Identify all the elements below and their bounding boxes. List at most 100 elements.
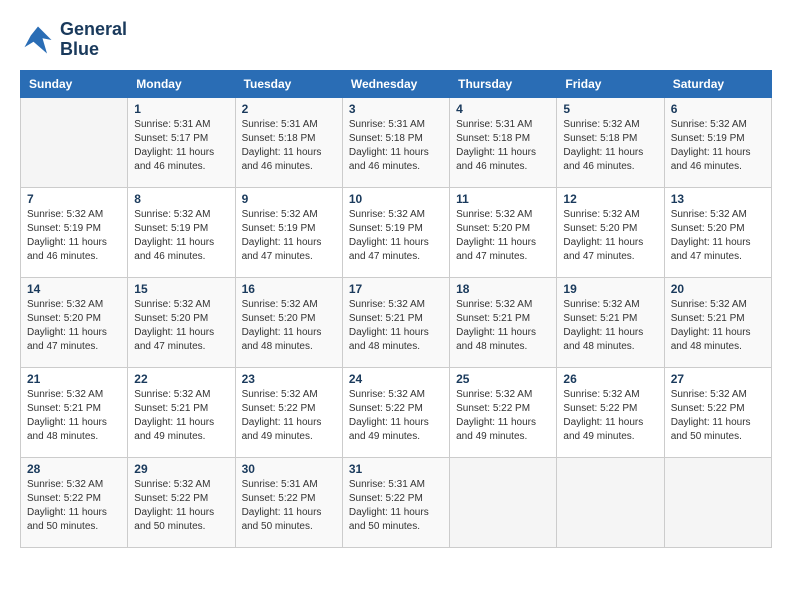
day-number: 13 <box>671 192 765 206</box>
calendar-cell <box>664 457 771 547</box>
day-number: 26 <box>563 372 657 386</box>
calendar-cell: 29 Sunrise: 5:32 AM Sunset: 5:22 PM Dayli… <box>128 457 235 547</box>
day-detail: Sunrise: 5:32 AM Sunset: 5:19 PM Dayligh… <box>27 208 121 264</box>
day-detail: Sunrise: 5:32 AM Sunset: 5:22 PM Dayligh… <box>456 388 550 444</box>
day-number: 6 <box>671 102 765 116</box>
logo: General Blue <box>20 20 127 60</box>
day-detail: Sunrise: 5:31 AM Sunset: 5:18 PM Dayligh… <box>456 118 550 174</box>
calendar-cell <box>557 457 664 547</box>
day-number: 3 <box>349 102 443 116</box>
calendar-cell: 18 Sunrise: 5:32 AM Sunset: 5:21 PM Dayli… <box>450 277 557 367</box>
calendar-cell: 16Sunrise: 5:32 AM Sunset: 5:20 PM Dayli… <box>235 277 342 367</box>
calendar-cell: 30 Sunrise: 5:31 AM Sunset: 5:22 PM Dayli… <box>235 457 342 547</box>
calendar-cell: 3 Sunrise: 5:31 AM Sunset: 5:18 PM Daylig… <box>342 97 449 187</box>
day-detail: Sunrise: 5:32 AM Sunset: 5:20 PM Dayligh… <box>563 208 657 264</box>
calendar-cell: 19 Sunrise: 5:32 AM Sunset: 5:21 PM Dayli… <box>557 277 664 367</box>
day-number: 2 <box>242 102 336 116</box>
calendar-cell: 8 Sunrise: 5:32 AM Sunset: 5:19 PM Daylig… <box>128 187 235 277</box>
day-detail: Sunrise: 5:32 AM Sunset: 5:21 PM Dayligh… <box>27 388 121 444</box>
day-number: 14 <box>27 282 121 296</box>
page-header: General Blue <box>20 20 772 60</box>
day-number: 31 <box>349 462 443 476</box>
day-detail: Sunrise: 5:32 AM Sunset: 5:20 PM Dayligh… <box>242 298 336 354</box>
day-detail: Sunrise: 5:31 AM Sunset: 5:22 PM Dayligh… <box>349 478 443 534</box>
day-detail: Sunrise: 5:32 AM Sunset: 5:19 PM Dayligh… <box>671 118 765 174</box>
column-header-sunday: Sunday <box>21 70 128 97</box>
day-detail: Sunrise: 5:32 AM Sunset: 5:21 PM Dayligh… <box>671 298 765 354</box>
calendar-cell: 1 Sunrise: 5:31 AM Sunset: 5:17 PM Daylig… <box>128 97 235 187</box>
day-detail: Sunrise: 5:32 AM Sunset: 5:21 PM Dayligh… <box>456 298 550 354</box>
calendar-header-row: SundayMondayTuesdayWednesdayThursdayFrid… <box>21 70 772 97</box>
day-number: 22 <box>134 372 228 386</box>
column-header-tuesday: Tuesday <box>235 70 342 97</box>
calendar-cell: 10 Sunrise: 5:32 AM Sunset: 5:19 PM Dayli… <box>342 187 449 277</box>
day-detail: Sunrise: 5:32 AM Sunset: 5:22 PM Dayligh… <box>349 388 443 444</box>
calendar-week-row: 14 Sunrise: 5:32 AM Sunset: 5:20 PM Dayli… <box>21 277 772 367</box>
day-number: 27 <box>671 372 765 386</box>
day-detail: Sunrise: 5:32 AM Sunset: 5:19 PM Dayligh… <box>349 208 443 264</box>
day-number: 11 <box>456 192 550 206</box>
calendar-cell: 25 Sunrise: 5:32 AM Sunset: 5:22 PM Dayli… <box>450 367 557 457</box>
day-detail: Sunrise: 5:32 AM Sunset: 5:21 PM Dayligh… <box>349 298 443 354</box>
day-number: 18 <box>456 282 550 296</box>
calendar-cell: 21 Sunrise: 5:32 AM Sunset: 5:21 PM Dayli… <box>21 367 128 457</box>
day-number: 7 <box>27 192 121 206</box>
day-number: 15 <box>134 282 228 296</box>
calendar-cell: 4Sunrise: 5:31 AM Sunset: 5:18 PM Daylig… <box>450 97 557 187</box>
day-number: 9 <box>242 192 336 206</box>
logo-text: General Blue <box>60 20 127 60</box>
column-header-wednesday: Wednesday <box>342 70 449 97</box>
calendar-cell: 11 Sunrise: 5:32 AM Sunset: 5:20 PM Dayli… <box>450 187 557 277</box>
day-detail: Sunrise: 5:32 AM Sunset: 5:20 PM Dayligh… <box>134 298 228 354</box>
day-number: 5 <box>563 102 657 116</box>
calendar-cell: 12Sunrise: 5:32 AM Sunset: 5:20 PM Dayli… <box>557 187 664 277</box>
column-header-thursday: Thursday <box>450 70 557 97</box>
column-header-monday: Monday <box>128 70 235 97</box>
column-header-saturday: Saturday <box>664 70 771 97</box>
day-number: 1 <box>134 102 228 116</box>
calendar-cell <box>21 97 128 187</box>
day-number: 10 <box>349 192 443 206</box>
calendar-week-row: 28 Sunrise: 5:32 AM Sunset: 5:22 PM Dayli… <box>21 457 772 547</box>
column-header-friday: Friday <box>557 70 664 97</box>
day-number: 30 <box>242 462 336 476</box>
day-detail: Sunrise: 5:32 AM Sunset: 5:20 PM Dayligh… <box>456 208 550 264</box>
day-detail: Sunrise: 5:31 AM Sunset: 5:18 PM Dayligh… <box>349 118 443 174</box>
calendar-cell: 7 Sunrise: 5:32 AM Sunset: 5:19 PM Daylig… <box>21 187 128 277</box>
calendar-cell: 17 Sunrise: 5:32 AM Sunset: 5:21 PM Dayli… <box>342 277 449 367</box>
day-detail: Sunrise: 5:31 AM Sunset: 5:22 PM Dayligh… <box>242 478 336 534</box>
day-detail: Sunrise: 5:31 AM Sunset: 5:17 PM Dayligh… <box>134 118 228 174</box>
calendar-cell: 5 Sunrise: 5:32 AM Sunset: 5:18 PM Daylig… <box>557 97 664 187</box>
day-detail: Sunrise: 5:32 AM Sunset: 5:22 PM Dayligh… <box>563 388 657 444</box>
day-detail: Sunrise: 5:32 AM Sunset: 5:21 PM Dayligh… <box>134 388 228 444</box>
day-detail: Sunrise: 5:32 AM Sunset: 5:20 PM Dayligh… <box>671 208 765 264</box>
calendar-week-row: 7 Sunrise: 5:32 AM Sunset: 5:19 PM Daylig… <box>21 187 772 277</box>
calendar-cell: 24 Sunrise: 5:32 AM Sunset: 5:22 PM Dayli… <box>342 367 449 457</box>
day-number: 8 <box>134 192 228 206</box>
day-detail: Sunrise: 5:32 AM Sunset: 5:22 PM Dayligh… <box>671 388 765 444</box>
calendar-cell: 20 Sunrise: 5:32 AM Sunset: 5:21 PM Dayli… <box>664 277 771 367</box>
day-number: 19 <box>563 282 657 296</box>
day-number: 28 <box>27 462 121 476</box>
day-number: 29 <box>134 462 228 476</box>
calendar-cell: 9 Sunrise: 5:32 AM Sunset: 5:19 PM Daylig… <box>235 187 342 277</box>
calendar-cell: 2Sunrise: 5:31 AM Sunset: 5:18 PM Daylig… <box>235 97 342 187</box>
calendar-cell: 13 Sunrise: 5:32 AM Sunset: 5:20 PM Dayli… <box>664 187 771 277</box>
day-detail: Sunrise: 5:32 AM Sunset: 5:19 PM Dayligh… <box>134 208 228 264</box>
calendar-cell: 14Sunrise: 5:32 AM Sunset: 5:20 PM Dayli… <box>21 277 128 367</box>
day-detail: Sunrise: 5:32 AM Sunset: 5:21 PM Dayligh… <box>563 298 657 354</box>
day-detail: Sunrise: 5:32 AM Sunset: 5:18 PM Dayligh… <box>563 118 657 174</box>
logo-icon <box>20 22 56 58</box>
day-number: 24 <box>349 372 443 386</box>
day-number: 21 <box>27 372 121 386</box>
calendar-cell: 28 Sunrise: 5:32 AM Sunset: 5:22 PM Dayli… <box>21 457 128 547</box>
day-number: 17 <box>349 282 443 296</box>
day-number: 20 <box>671 282 765 296</box>
day-detail: Sunrise: 5:32 AM Sunset: 5:19 PM Dayligh… <box>242 208 336 264</box>
calendar-cell: 22 Sunrise: 5:32 AM Sunset: 5:21 PM Dayli… <box>128 367 235 457</box>
day-number: 25 <box>456 372 550 386</box>
calendar-cell <box>450 457 557 547</box>
day-detail: Sunrise: 5:32 AM Sunset: 5:22 PM Dayligh… <box>242 388 336 444</box>
day-detail: Sunrise: 5:32 AM Sunset: 5:22 PM Dayligh… <box>134 478 228 534</box>
day-detail: Sunrise: 5:32 AM Sunset: 5:22 PM Dayligh… <box>27 478 121 534</box>
